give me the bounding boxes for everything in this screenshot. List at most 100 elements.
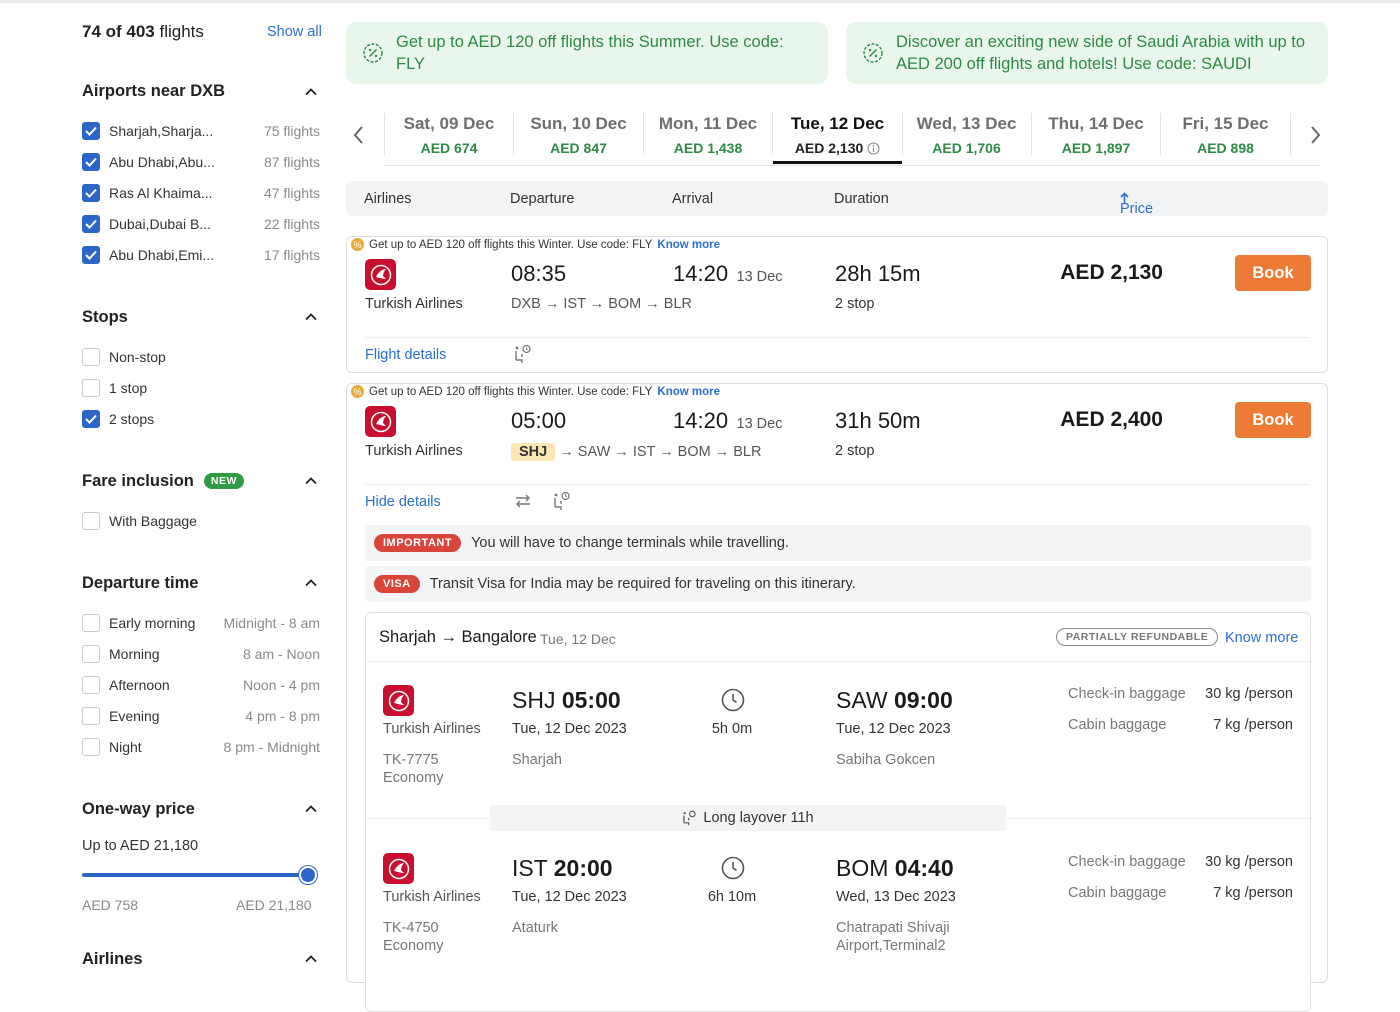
checkbox[interactable] <box>82 512 100 530</box>
departure-filter-row[interactable]: Early morning Midnight - 8 am <box>82 613 320 633</box>
departure-filter-row[interactable]: Afternoon Noon - 4 pm <box>82 675 320 695</box>
segment-departure: SHJ 05:00 <box>512 687 621 713</box>
origin-airport-highlight: SHJ <box>511 443 556 461</box>
book-button[interactable]: Book <box>1235 255 1311 291</box>
header-price-sort[interactable]: Price <box>1120 191 1153 217</box>
know-more-link[interactable]: Know more <box>1225 630 1298 646</box>
hide-details-link[interactable]: Hide details <box>365 494 441 510</box>
stop-label: 2 stops <box>109 411 155 427</box>
checkbox[interactable] <box>82 614 100 632</box>
stop-filter-row[interactable]: Non-stop <box>82 347 320 367</box>
price-min: AED 758 <box>82 897 139 913</box>
departure-filter-row[interactable]: Evening 4 pm - 8 pm <box>82 706 320 726</box>
stop-filter-row[interactable]: 2 stops <box>82 409 320 429</box>
header-departure[interactable]: Departure <box>510 191 574 207</box>
checkbox[interactable] <box>82 738 100 756</box>
important-tag: IMPORTANT <box>374 534 462 552</box>
know-more-link[interactable]: Know more <box>657 386 720 398</box>
flight-price: AED 2,130 <box>1060 261 1163 284</box>
departure-filter-row[interactable]: Night 8 pm - Midnight <box>82 737 320 757</box>
cabin-class: Economy <box>383 770 444 786</box>
segment-departure-date: Tue, 12 Dec 2023 <box>512 889 627 905</box>
airline-name: Turkish Airlines <box>365 296 463 312</box>
flight-card[interactable]: % Get up to AED 120 off flights this Wint… <box>346 236 1328 373</box>
date-price: AED 847 <box>550 140 607 156</box>
checkbox-checked[interactable] <box>82 246 100 264</box>
segment-arrival-date: Tue, 12 Dec 2023 <box>836 721 951 737</box>
date-tab[interactable]: Wed, 13 Dec AED 1,706 <box>902 104 1031 164</box>
discount-icon: % <box>351 385 364 398</box>
fare-label: With Baggage <box>109 513 197 529</box>
airport-filter-row[interactable]: Sharjah,Sharja... 75 flights <box>82 121 320 141</box>
stop-filter-row[interactable]: 1 stop <box>82 378 320 398</box>
checkbox[interactable] <box>82 348 100 366</box>
flight-card-expanded[interactable]: % Get up to AED 120 off flights this Wint… <box>346 383 1328 1012</box>
checkbox[interactable] <box>82 379 100 397</box>
info-icon[interactable] <box>867 142 880 155</box>
date-tab[interactable]: Fri, 15 Dec AED 898 <box>1161 104 1290 164</box>
checkbox-checked[interactable] <box>82 122 100 140</box>
chevron-up-icon[interactable] <box>305 577 317 589</box>
checkbox-checked[interactable] <box>82 184 100 202</box>
segment-departure-date: Tue, 12 Dec 2023 <box>512 721 627 737</box>
arrival: 14:20 13 Dec <box>673 408 782 434</box>
date-tab[interactable]: Sun, 10 Dec AED 847 <box>514 104 643 164</box>
checkbox-checked[interactable] <box>82 215 100 233</box>
airport-label: Ras Al Khaima... <box>109 185 213 201</box>
segment-arrival-city: Sabiha Gokcen <box>836 752 936 768</box>
airport-filter-row[interactable]: Dubai,Dubai B... 22 flights <box>82 214 320 234</box>
departure-filter-row[interactable]: Morning 8 am - Noon <box>82 644 320 664</box>
date-label: Thu, 14 Dec <box>1048 114 1144 133</box>
airport-filter-row[interactable]: Abu Dhabi,Abu... 87 flights <box>82 152 320 172</box>
checkin-baggage-label: Check-in baggage <box>1068 854 1186 870</box>
clock-icon <box>721 688 745 712</box>
date-tab[interactable]: Sat, 09 Dec AED 674 <box>384 104 514 164</box>
duration: 28h 15m <box>835 261 921 286</box>
layover-icon[interactable] <box>514 344 532 364</box>
airport-count: 75 flights <box>263 123 320 139</box>
book-button[interactable]: Book <box>1235 402 1311 438</box>
airport-filter-row[interactable]: Abu Dhabi,Emi... 17 flights <box>82 245 320 265</box>
promo-banner[interactable]: Get up to AED 120 off flights this Summe… <box>346 22 828 84</box>
chevron-up-icon[interactable] <box>305 86 317 98</box>
route: DXB → IST → BOM → BLR <box>511 296 693 312</box>
checkbox-checked[interactable] <box>82 153 100 171</box>
checkbox-checked[interactable] <box>82 410 100 428</box>
checkbox[interactable] <box>82 645 100 663</box>
show-all-link[interactable]: Show all <box>267 24 322 40</box>
header-arrival[interactable]: Arrival <box>672 191 713 207</box>
know-more-link[interactable]: Know more <box>657 239 720 251</box>
date-price: AED 1,438 <box>673 140 743 156</box>
chevron-up-icon[interactable] <box>305 953 317 965</box>
turkish-airlines-logo <box>365 406 396 437</box>
checkbox[interactable] <box>82 676 100 694</box>
promo-banner[interactable]: Discover an exciting new side of Saudi A… <box>846 22 1328 84</box>
date-tab[interactable]: Thu, 14 Dec AED 1,897 <box>1031 104 1161 164</box>
checkbox[interactable] <box>82 707 100 725</box>
chevron-left-icon[interactable] <box>352 125 366 145</box>
airport-label: Abu Dhabi,Abu... <box>109 154 215 170</box>
results-count: 74 of 403 flights <box>82 22 204 41</box>
header-airlines[interactable]: Airlines <box>364 191 412 207</box>
departure-time: 05:00 <box>511 408 567 433</box>
card-divider <box>365 337 1309 338</box>
date-tab-selected[interactable]: Tue, 12 Dec AED 2,130 <box>773 104 902 164</box>
price-slider-track[interactable] <box>82 873 308 877</box>
swap-arrows-icon[interactable] <box>514 492 532 510</box>
layover-bar: Long layover 11h <box>490 805 1006 831</box>
fare-filter-row[interactable]: With Baggage <box>82 511 320 531</box>
header-duration[interactable]: Duration <box>834 191 889 207</box>
departure-filter-title: Departure time <box>82 574 199 592</box>
date-label: Mon, 11 Dec <box>658 114 758 133</box>
airports-filter-title: Airports near DXB <box>82 82 226 100</box>
segment-airline: Turkish Airlines <box>383 889 481 905</box>
date-tab[interactable]: Mon, 11 Dec AED 1,438 <box>643 104 773 164</box>
chevron-up-icon[interactable] <box>305 311 317 323</box>
chevron-up-icon[interactable] <box>305 803 317 815</box>
chevron-up-icon[interactable] <box>305 475 317 487</box>
chevron-right-icon[interactable] <box>1308 125 1322 145</box>
layover-icon[interactable] <box>553 491 571 511</box>
flight-details-link[interactable]: Flight details <box>365 347 446 363</box>
airport-filter-row[interactable]: Ras Al Khaima... 47 flights <box>82 183 320 203</box>
price-slider-handle[interactable] <box>299 866 317 884</box>
